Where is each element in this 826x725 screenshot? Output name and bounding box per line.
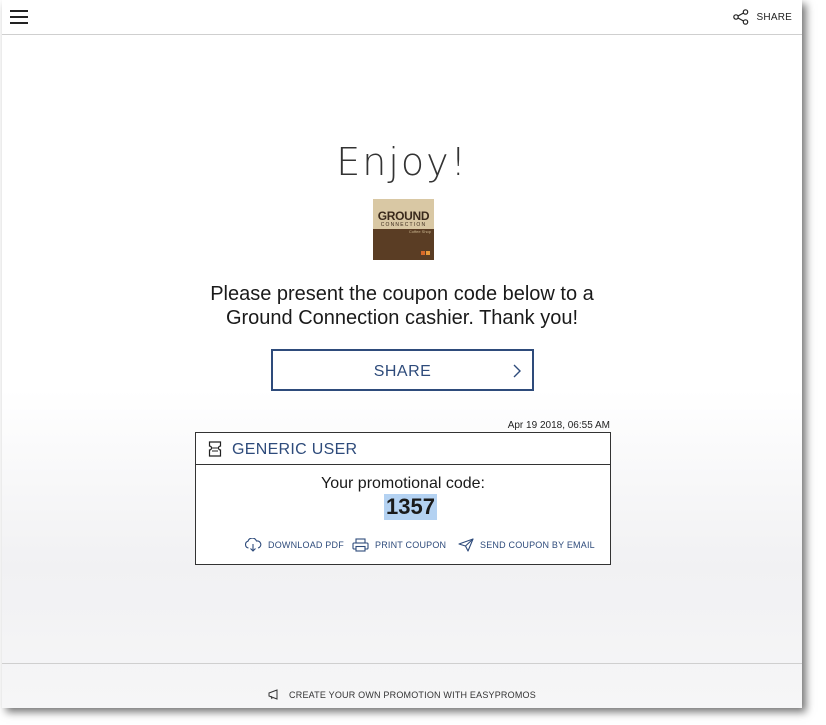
coupon-header: GENERIC USER xyxy=(196,433,610,465)
download-pdf-button[interactable]: DOWNLOAD PDF xyxy=(244,538,344,552)
promo-code-label: Your promotional code: xyxy=(321,475,485,492)
printer-icon xyxy=(352,538,369,552)
logo-text-ground: GROUND xyxy=(377,209,430,223)
download-pdf-label: DOWNLOAD PDF xyxy=(268,540,344,550)
send-coupon-email-button[interactable]: SEND COUPON BY EMAIL xyxy=(458,538,595,552)
coupon-user-name: GENERIC USER xyxy=(232,441,358,458)
share-button[interactable]: SHARE xyxy=(271,349,534,391)
print-coupon-button[interactable]: PRINT COUPON xyxy=(352,538,446,552)
logo-text-coffee-shop: Coffee Shop xyxy=(408,229,431,234)
header-share-label: SHARE xyxy=(756,11,792,23)
top-bar: SHARE xyxy=(2,0,802,35)
paper-plane-icon xyxy=(458,538,474,552)
cloud-download-icon xyxy=(245,538,262,552)
instruction-line-2: Ground Connection cashier. Thank you! xyxy=(225,307,579,329)
chevron-right-icon xyxy=(513,364,521,378)
coupon-card: GENERIC USER Your promotional code: 1357… xyxy=(195,432,611,565)
instruction-line-1: Please present the coupon code below to … xyxy=(210,283,594,305)
coupon-actions: DOWNLOAD PDF PRINT COUPON SEND COUPON BY… xyxy=(196,538,610,556)
app-frame: SHARE Enjoy! GROUND CONNECTION Coffee Sh… xyxy=(2,0,802,708)
ticket-icon xyxy=(208,441,222,457)
instruction-message: Please present the coupon code below to … xyxy=(152,282,652,330)
share-button-label: SHARE xyxy=(373,363,432,380)
logo-text-connection: CONNECTION xyxy=(380,222,427,228)
megaphone-icon xyxy=(268,689,278,700)
send-coupon-email-label: SEND COUPON BY EMAIL xyxy=(480,540,595,550)
page-title: Enjoy! xyxy=(336,140,468,184)
promo-code-value[interactable]: 1357 xyxy=(384,494,437,520)
footer-divider xyxy=(2,663,802,664)
ground-connection-logo: GROUND CONNECTION Coffee Shop xyxy=(373,199,434,260)
easypromos-footer-link[interactable]: CREATE YOUR OWN PROMOTION WITH EASYPROMO… xyxy=(2,689,802,700)
easypromos-footer-label: CREATE YOUR OWN PROMOTION WITH EASYPROMO… xyxy=(289,689,536,700)
print-coupon-label: PRINT COUPON xyxy=(375,540,447,550)
menu-icon[interactable] xyxy=(10,10,28,24)
coupon-timestamp: Apr 19 2018, 06:55 AM xyxy=(507,420,610,431)
share-icon xyxy=(732,9,748,25)
header-share-button[interactable]: SHARE xyxy=(732,9,792,25)
